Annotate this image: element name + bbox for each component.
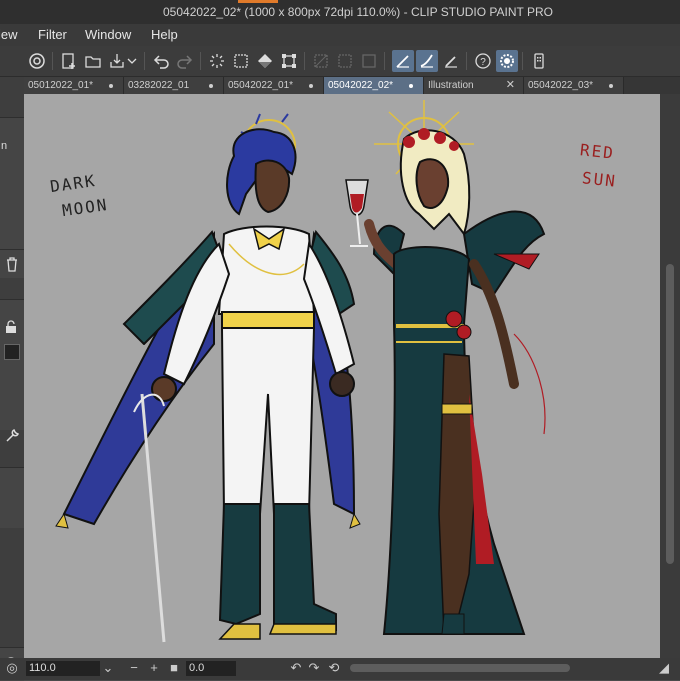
tab-03282022-01[interactable]: 03282022_01 xyxy=(124,77,224,94)
snap-ruler-icon[interactable] xyxy=(392,50,414,72)
window-title: 05042022_02* (1000 x 800px 72dpi 110.0%)… xyxy=(163,5,553,19)
fill-icon[interactable] xyxy=(230,50,252,72)
tab-05042022-01[interactable]: 05042022_01* xyxy=(224,77,324,94)
deselect-icon[interactable] xyxy=(310,50,332,72)
save-icon[interactable] xyxy=(106,50,128,72)
tab-illustration[interactable]: Illustration ✕ xyxy=(424,77,524,94)
unsaved-dot-icon xyxy=(409,84,413,88)
left-palette-strip: n xyxy=(0,77,25,681)
tool-property-panel: n xyxy=(0,117,24,268)
new-file-icon[interactable] xyxy=(58,50,80,72)
tab-label: 03282022_01 xyxy=(128,80,190,91)
rotate-right-icon[interactable]: ↷ xyxy=(306,660,322,676)
document-tabs: 05012022_01* 03282022_01 05042022_01* 05… xyxy=(24,77,680,94)
fill-color-icon[interactable] xyxy=(254,50,276,72)
settings-gear-icon[interactable] xyxy=(496,50,518,72)
menu-filter[interactable]: Filter xyxy=(38,24,67,46)
snap-special-ruler-icon[interactable] xyxy=(416,50,438,72)
clear-icon[interactable] xyxy=(206,50,228,72)
dark-moon-figure xyxy=(55,113,361,643)
layer-property-panel xyxy=(0,299,24,442)
open-folder-icon[interactable] xyxy=(82,50,104,72)
unsaved-dot-icon xyxy=(309,84,313,88)
undo-icon[interactable] xyxy=(150,50,172,72)
title-bar: 05042022_02* (1000 x 800px 72dpi 110.0%)… xyxy=(0,0,680,24)
zoom-in-icon[interactable]: + xyxy=(146,660,162,676)
checkbox[interactable] xyxy=(4,344,20,360)
trash-row xyxy=(0,249,24,278)
tab-label: 05042022_02* xyxy=(328,80,394,91)
unsaved-dot-icon xyxy=(209,84,213,88)
redo-icon[interactable] xyxy=(174,50,196,72)
trash-icon[interactable] xyxy=(5,256,19,272)
help-icon[interactable]: ? xyxy=(472,50,494,72)
snap-grid-icon[interactable] xyxy=(440,50,462,72)
status-bar: ◎ 110.0 ⌄ − + ■ 0.0 ↶ ↷ ⟲ ◢ xyxy=(0,658,680,680)
tab-05042022-02[interactable]: 05042022_02* xyxy=(324,77,424,94)
panel-partial-label: n xyxy=(1,140,8,152)
invert-selection-icon[interactable] xyxy=(358,50,380,72)
fit-icon[interactable]: ■ xyxy=(166,660,182,676)
menu-help[interactable]: Help xyxy=(151,24,178,46)
unsaved-dot-icon xyxy=(109,84,113,88)
svg-text:?: ? xyxy=(480,57,486,68)
tab-label: Illustration xyxy=(428,80,474,91)
resize-grip-icon[interactable]: ◢ xyxy=(656,660,672,676)
menu-view[interactable]: iew xyxy=(0,24,18,46)
red-sun-figure xyxy=(345,100,546,635)
chevron-down-icon[interactable]: ⌄ xyxy=(100,660,116,676)
canvas[interactable]: DARK MOON RED SUN xyxy=(24,94,660,658)
crop-icon[interactable] xyxy=(334,50,356,72)
clip-studio-icon[interactable] xyxy=(26,50,48,72)
wrench-icon[interactable] xyxy=(4,428,20,444)
menu-window[interactable]: Window xyxy=(85,24,131,46)
command-bar: ? xyxy=(0,46,680,77)
zoom-out-icon[interactable]: − xyxy=(126,660,142,676)
chevron-down-icon[interactable] xyxy=(126,50,138,72)
tab-05012022-01[interactable]: 05012022_01* xyxy=(24,77,124,94)
vertical-scrollbar[interactable] xyxy=(660,94,680,658)
rotate-left-icon[interactable]: ↶ xyxy=(288,660,304,676)
rotation-input[interactable]: 0.0 xyxy=(186,661,236,676)
tab-label: 05012022_01* xyxy=(28,80,94,91)
zoom-input[interactable]: 110.0 xyxy=(26,661,100,676)
unsaved-dot-icon xyxy=(609,84,613,88)
reset-rotation-icon[interactable]: ⟲ xyxy=(326,660,342,676)
menu-bar: iew Filter Window Help xyxy=(0,24,680,46)
artwork xyxy=(55,100,546,643)
horizontal-scroll-thumb[interactable] xyxy=(350,664,570,672)
close-icon[interactable]: ✕ xyxy=(506,77,515,94)
transform-icon[interactable] xyxy=(278,50,300,72)
navigator-icon[interactable]: ◎ xyxy=(4,660,20,676)
tab-label: 05042022_01* xyxy=(228,80,294,91)
vertical-scroll-thumb[interactable] xyxy=(666,264,674,564)
tab-05042022-03[interactable]: 05042022_03* xyxy=(524,77,624,94)
tab-label: 05042022_03* xyxy=(528,80,594,91)
smartphone-icon[interactable] xyxy=(528,50,550,72)
layer-list-panel xyxy=(0,467,24,528)
lock-icon[interactable] xyxy=(4,320,18,334)
